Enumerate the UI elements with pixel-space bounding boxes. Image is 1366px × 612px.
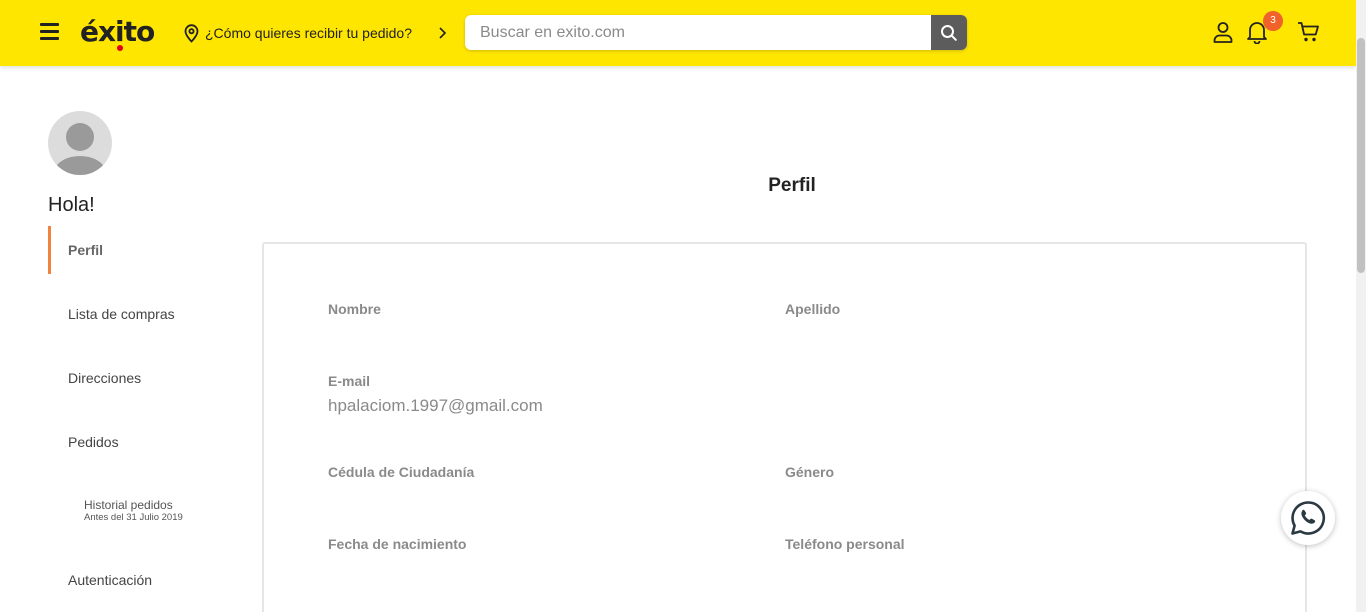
search-bar xyxy=(465,15,967,50)
search-icon xyxy=(941,24,957,41)
cart-icon[interactable] xyxy=(1297,21,1321,43)
sidebar-item-lista-de-compras[interactable]: Lista de compras xyxy=(68,306,175,322)
historial-pedidos-sublabel: Antes del 31 Julio 2019 xyxy=(84,512,183,523)
logo-dot xyxy=(117,45,123,51)
cedula-label: Cédula de Ciudadanía xyxy=(328,464,475,480)
chevron-right-icon[interactable] xyxy=(438,26,447,40)
profile-card: Nombre Apellido E-mail hpalaciom.1997@gm… xyxy=(262,242,1307,612)
sidebar-item-autenticacion[interactable]: Autenticación xyxy=(68,572,152,588)
sidebar-item-direcciones[interactable]: Direcciones xyxy=(68,370,141,386)
scrollbar-thumb[interactable] xyxy=(1357,38,1365,273)
top-header: éxito ¿Cómo quieres recibir tu pedido? 3 xyxy=(0,0,1356,66)
sidebar-item-perfil[interactable]: Perfil xyxy=(68,242,103,258)
menu-icon[interactable] xyxy=(40,23,59,40)
exito-logo[interactable]: éxito xyxy=(80,12,155,52)
avatar xyxy=(48,111,112,175)
page-title: Perfil xyxy=(768,175,816,196)
delivery-method-link[interactable]: ¿Cómo quieres recibir tu pedido? xyxy=(205,24,412,42)
sidebar-item-historial-pedidos[interactable]: Historial pedidos Antes del 31 Julio 201… xyxy=(84,498,183,524)
search-input[interactable] xyxy=(465,15,931,50)
sidebar-item-pedidos[interactable]: Pedidos xyxy=(68,434,119,450)
location-pin-icon[interactable] xyxy=(183,24,200,43)
whatsapp-icon xyxy=(1291,501,1326,535)
telefono-label: Teléfono personal xyxy=(785,536,905,552)
email-label: E-mail xyxy=(328,373,371,389)
logo-text: éxito xyxy=(80,15,155,48)
fecha-nacimiento-label: Fecha de nacimiento xyxy=(328,536,467,552)
active-nav-indicator xyxy=(48,226,51,274)
historial-pedidos-label: Historial pedidos xyxy=(84,498,173,512)
user-icon[interactable] xyxy=(1212,21,1234,43)
genero-label: Género xyxy=(785,464,835,480)
apellido-label: Apellido xyxy=(785,301,841,317)
whatsapp-button[interactable] xyxy=(1281,491,1335,545)
greeting: Hola! xyxy=(48,194,95,216)
search-button[interactable] xyxy=(931,15,967,50)
notifications-badge: 3 xyxy=(1263,11,1283,31)
avatar-silhouette-icon xyxy=(54,123,106,175)
nombre-label: Nombre xyxy=(328,301,381,317)
email-value: hpalaciom.1997@gmail.com xyxy=(328,396,543,415)
